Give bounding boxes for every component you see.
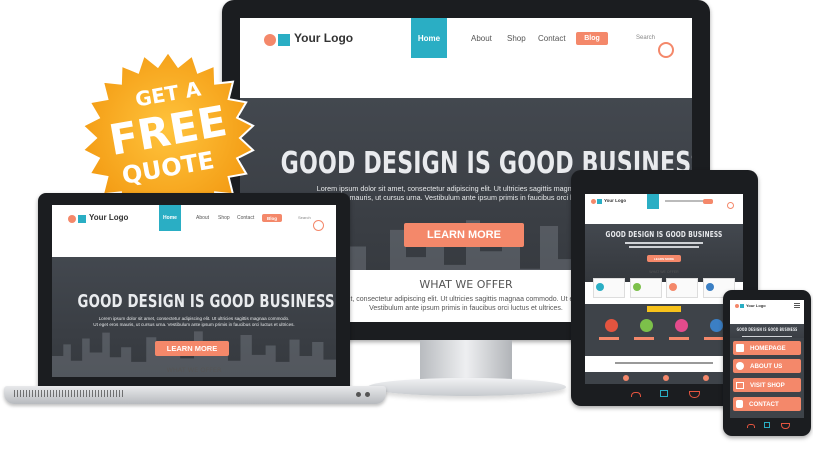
phone-screen: Your Logo GOOD DESIGN IS GOOD BUSINESS H… bbox=[730, 300, 804, 418]
tablet-features-tab bbox=[647, 306, 681, 312]
desktop-learn-more-button[interactable]: LEARN MORE bbox=[404, 223, 524, 247]
footer-icon bbox=[703, 375, 709, 381]
tablet-footer bbox=[585, 372, 743, 384]
laptop-learn-more-button[interactable]: LEARN MORE bbox=[155, 341, 229, 356]
logo-circle-icon bbox=[591, 199, 596, 204]
laptop-vent-grille bbox=[14, 390, 124, 397]
tablet-screen: Your Logo GOOD DESIGN IS GOOD BUSINESS L… bbox=[585, 194, 743, 384]
footer-icon bbox=[623, 375, 629, 381]
tablet-subtext-line bbox=[629, 246, 699, 248]
feature-icon bbox=[675, 319, 688, 332]
phone-logo[interactable]: Your Logo bbox=[746, 303, 766, 308]
phone-nav: Your Logo bbox=[730, 300, 804, 312]
menu-icon[interactable] bbox=[689, 391, 700, 398]
laptop-offer-title: WHAT WE OFFER bbox=[166, 366, 222, 374]
user-icon bbox=[736, 362, 744, 370]
back-icon[interactable] bbox=[631, 392, 641, 397]
offer-card bbox=[666, 278, 699, 298]
desktop-logo[interactable]: Your Logo bbox=[294, 31, 353, 45]
desktop-nav-about[interactable]: About bbox=[471, 34, 492, 43]
desktop-nav-contact[interactable]: Contact bbox=[538, 34, 566, 43]
phone-subtext-line bbox=[742, 336, 792, 337]
laptop-indicator-light bbox=[365, 392, 370, 397]
phone-menu-item-homepage[interactable]: HOMEPAGE bbox=[733, 341, 801, 355]
phone-menu-item-shop[interactable]: VISIT SHOP bbox=[733, 378, 801, 392]
tablet-learn-more-button[interactable]: LEARN MORE bbox=[647, 255, 681, 262]
offer-card-icon bbox=[705, 283, 714, 291]
home-icon[interactable] bbox=[660, 390, 668, 397]
hamburger-icon[interactable] bbox=[794, 303, 800, 308]
menu-label: VISIT SHOP bbox=[750, 381, 785, 389]
laptop-indicator-light bbox=[356, 392, 361, 397]
tablet-subtext-line bbox=[625, 242, 703, 244]
tablet-headline: GOOD DESIGN IS GOOD BUSINESS bbox=[605, 230, 723, 239]
offer-card-icon bbox=[596, 283, 604, 291]
feature-icon bbox=[710, 319, 723, 332]
home-icon bbox=[736, 344, 744, 352]
tablet-offer-cards bbox=[593, 278, 735, 298]
desktop-nav-home[interactable]: Home bbox=[411, 18, 447, 58]
logo-circle-icon bbox=[735, 304, 739, 308]
tablet-nav-blog[interactable] bbox=[703, 199, 713, 204]
laptop-screen: Your Logo Home About Shop Contact Blog S… bbox=[52, 205, 336, 377]
laptop-nav-home[interactable]: Home bbox=[159, 205, 181, 231]
search-icon[interactable] bbox=[313, 219, 324, 231]
tablet-nav: Your Logo bbox=[585, 194, 743, 209]
search-icon[interactable] bbox=[727, 202, 734, 209]
laptop-subtext-1: Lorem ipsum dolor sit amet, consectetur … bbox=[98, 316, 290, 321]
quote-line bbox=[615, 362, 713, 364]
laptop-headline: GOOD DESIGN IS GOOD BUSINESS bbox=[77, 291, 335, 312]
tablet-quote-strip bbox=[585, 358, 743, 370]
logo-circle-icon bbox=[264, 34, 276, 46]
feature-label-row bbox=[599, 337, 729, 340]
laptop-search-label: Search bbox=[298, 215, 311, 220]
monitor-stand-neck bbox=[420, 340, 512, 382]
menu-label: ABOUT US bbox=[750, 362, 783, 370]
cart-icon bbox=[736, 381, 744, 389]
phone-menu-item-about[interactable]: ABOUT US bbox=[733, 359, 801, 373]
phone-menu-item-contact[interactable]: CONTACT bbox=[733, 397, 801, 411]
offer-card bbox=[593, 278, 625, 298]
laptop-nav-about[interactable]: About bbox=[196, 215, 209, 221]
tablet-features-panel bbox=[585, 304, 743, 356]
offer-card bbox=[629, 278, 662, 298]
laptop-nav-shop[interactable]: Shop bbox=[218, 215, 230, 221]
logo-square-icon bbox=[597, 199, 602, 204]
laptop-nav: Your Logo Home About Shop Contact Blog S… bbox=[52, 205, 336, 231]
desktop-search-label: Search bbox=[636, 35, 656, 41]
phone: Your Logo GOOD DESIGN IS GOOD BUSINESS H… bbox=[723, 290, 811, 436]
feature-icon bbox=[640, 319, 653, 332]
logo-square-icon bbox=[78, 215, 86, 223]
back-icon[interactable] bbox=[747, 424, 755, 428]
footer-icon bbox=[663, 375, 669, 381]
phone-menu: HOMEPAGE ABOUT US VISIT SHOP CONTACT bbox=[730, 338, 804, 418]
tablet-offer-title: WHAT WE OFFER bbox=[649, 270, 679, 274]
search-icon[interactable] bbox=[658, 42, 674, 58]
desktop-nav: Your Logo Home About Shop Contact Blog S… bbox=[240, 18, 692, 58]
laptop-nav-contact[interactable]: Contact bbox=[237, 215, 254, 221]
tablet-nav-home[interactable] bbox=[647, 194, 659, 209]
phone-icon bbox=[736, 400, 743, 408]
feature-icon bbox=[605, 319, 618, 332]
menu-label: HOMEPAGE bbox=[750, 344, 786, 352]
offer-card-icon bbox=[669, 283, 678, 291]
desktop-nav-shop[interactable]: Shop bbox=[507, 34, 526, 43]
desktop-nav-blog[interactable]: Blog bbox=[576, 32, 608, 45]
menu-label: CONTACT bbox=[749, 400, 779, 408]
laptop-hero: GOOD DESIGN IS GOOD BUSINESS Lorem ipsum… bbox=[52, 257, 336, 377]
laptop-logo[interactable]: Your Logo bbox=[89, 213, 128, 222]
tablet-logo[interactable]: Your Logo bbox=[604, 198, 626, 203]
menu-icon[interactable] bbox=[781, 423, 790, 429]
logo-square-icon bbox=[740, 304, 744, 308]
laptop-nav-blog[interactable]: Blog bbox=[262, 214, 282, 222]
laptop-subtext-2: Ut eget eros mauris, ut cursus urna. Ves… bbox=[93, 322, 295, 327]
monitor-stand-base bbox=[368, 378, 566, 396]
logo-square-icon bbox=[278, 34, 290, 46]
laptop: Your Logo Home About Shop Contact Blog S… bbox=[38, 193, 350, 389]
phone-headline: GOOD DESIGN IS GOOD BUSINESS bbox=[736, 327, 798, 332]
logo-circle-icon bbox=[68, 215, 76, 223]
offer-card-icon bbox=[632, 283, 641, 291]
home-icon[interactable] bbox=[764, 422, 770, 428]
